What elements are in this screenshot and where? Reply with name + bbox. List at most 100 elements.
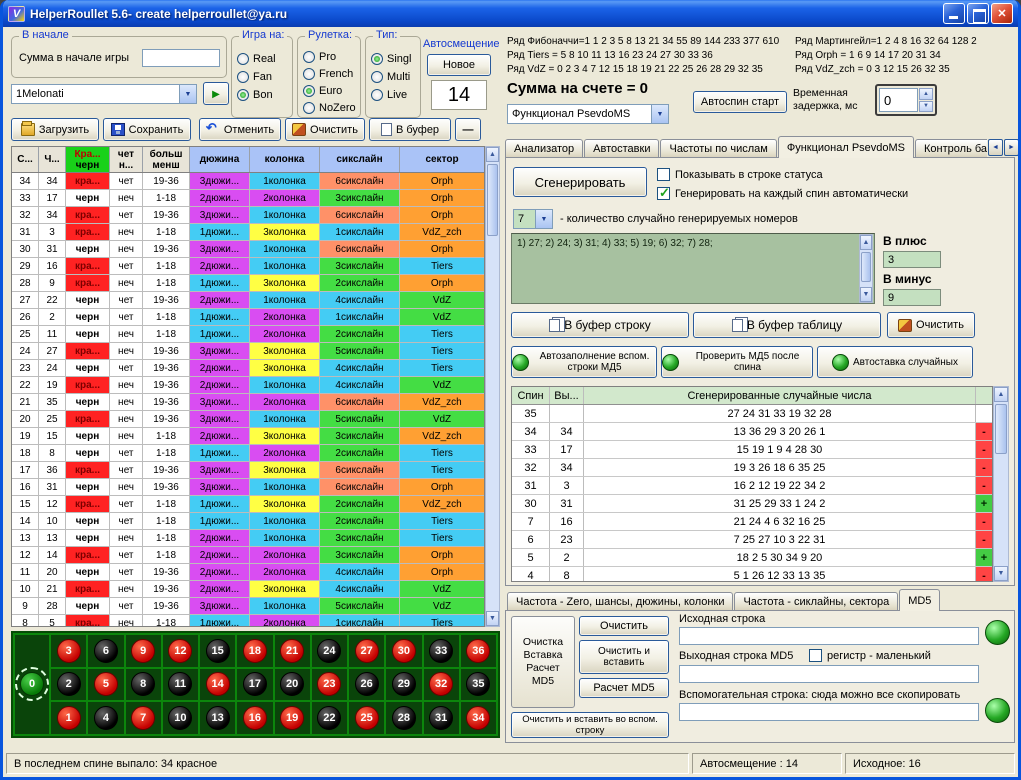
board-cell-33[interactable]: 33 (424, 635, 459, 667)
gen-row[interactable]: 331715 19 1 9 4 28 30- (512, 441, 992, 459)
scroll-thumb[interactable] (995, 404, 1007, 454)
history-row[interactable]: 928чернчет19-363дюжи...1колонка5сикслайн… (12, 598, 484, 615)
board-cell-27[interactable]: 27 (349, 635, 384, 667)
gen-row[interactable]: 303131 25 29 33 1 24 2+ (512, 495, 992, 513)
board-cell-15[interactable]: 15 (200, 635, 235, 667)
count-combobox[interactable]: 7 (513, 209, 553, 229)
history-row[interactable]: 1631черннеч19-363дюжи...1колонка6сикслай… (12, 479, 484, 496)
history-row[interactable]: 2324чернчет19-362дюжи...3колонка4сикслай… (12, 360, 484, 377)
board-cell-10[interactable]: 10 (163, 702, 198, 734)
history-row[interactable]: 2219кра...неч19-362дюжи...1колонка4сиксл… (12, 377, 484, 394)
board-cell-5[interactable]: 5 (88, 669, 123, 701)
gen-row[interactable]: 3527 24 31 33 19 32 28 (512, 405, 992, 423)
history-row[interactable]: 1021кра...неч19-362дюжи...3колонка4сиксл… (12, 581, 484, 598)
function-combobox[interactable]: Функционал PsevdoMS (507, 104, 669, 124)
copy-row-to-buffer-button[interactable]: В буфер строку (511, 312, 689, 338)
frequency-tab-2[interactable]: MD5 (899, 589, 940, 611)
start-sum-input[interactable] (142, 49, 220, 67)
board-cell-0[interactable]: 0 (15, 635, 49, 734)
tab-1[interactable]: Автоставки (584, 139, 659, 158)
autobet-random-button[interactable]: Автоставка случайных (817, 346, 973, 378)
board-cell-19[interactable]: 19 (275, 702, 310, 734)
checkbox-show-in-status[interactable]: Показывать в строке статуса (657, 168, 823, 181)
generated-table-scrollbar[interactable] (993, 386, 1009, 582)
md5-clear-paste-button[interactable]: Очистить и вставить (579, 640, 669, 674)
gen-row[interactable]: 323419 3 26 18 6 35 25- (512, 459, 992, 477)
copy-table-to-buffer-button[interactable]: В буфер таблицу (693, 312, 881, 338)
gen-row[interactable]: 6237 25 27 10 3 22 31- (512, 531, 992, 549)
history-row[interactable]: 1214кра...чет1-182дюжи...2колонка3сиксла… (12, 547, 484, 564)
history-row[interactable]: 262чернчет1-181дюжи...2колонка1сикслайнV… (12, 309, 484, 326)
history-row[interactable]: 2722чернчет19-362дюжи...1колонка4сикслай… (12, 292, 484, 309)
history-row[interactable]: 2025кра...неч19-363дюжи...1колонка5сиксл… (12, 411, 484, 428)
maximize-button[interactable] (967, 3, 989, 24)
radio-option-pro[interactable]: Pro (303, 49, 355, 65)
scroll-thumb[interactable] (861, 252, 871, 282)
spin-up-button[interactable] (919, 88, 933, 100)
board-cell-22[interactable]: 22 (312, 702, 347, 734)
generated-numbers-textarea[interactable]: 1) 27; 2) 24; 3) 31; 4) 33; 5) 19; 6) 32… (511, 233, 875, 304)
radio-option-nozero[interactable]: NoZero (303, 100, 355, 116)
copy-to-buffer-button[interactable]: В буфер (369, 118, 451, 141)
md5-aux-input[interactable] (679, 703, 979, 721)
gen-row[interactable]: 5218 2 5 30 34 9 20+ (512, 549, 992, 567)
md5-calc-button[interactable]: Расчет MD5 (579, 678, 669, 698)
board-cell-23[interactable]: 23 (312, 669, 347, 701)
radio-option-singl[interactable]: Singl (371, 50, 415, 67)
undo-button[interactable]: Отменить (199, 118, 281, 141)
gen-row[interactable]: 31316 2 12 19 22 34 2- (512, 477, 992, 495)
board-cell-24[interactable]: 24 (312, 635, 347, 667)
spin-down-button[interactable] (919, 101, 933, 113)
tab-3[interactable]: Функционал PsevdoMS (778, 136, 914, 158)
board-cell-29[interactable]: 29 (386, 669, 421, 701)
md5-clear-button[interactable]: Очистить (579, 616, 669, 636)
radio-option-real[interactable]: Real (237, 50, 287, 67)
board-cell-26[interactable]: 26 (349, 669, 384, 701)
board-cell-18[interactable]: 18 (237, 635, 272, 667)
history-row[interactable]: 1915черннеч1-182дюжи...3колонка3сикслайн… (12, 428, 484, 445)
save-button[interactable]: Сохранить (103, 118, 191, 141)
title-bar[interactable]: HelperRoullet 5.6- create helperroullet@… (3, 0, 1018, 27)
minus-button[interactable]: — (455, 118, 481, 141)
scroll-up-button[interactable] (486, 147, 499, 162)
history-row[interactable]: 3234кра...чет19-363дюжи...1колонка6сиксл… (12, 207, 484, 224)
board-cell-12[interactable]: 12 (163, 635, 198, 667)
board-cell-13[interactable]: 13 (200, 702, 235, 734)
load-button[interactable]: Загрузить (11, 118, 99, 141)
history-row[interactable]: 3434кра...чет19-363дюжи...1колонка6сиксл… (12, 173, 484, 190)
clear-generated-button[interactable]: Очистить (887, 312, 975, 338)
scroll-down-button[interactable] (860, 287, 872, 302)
history-row[interactable]: 1410чернчет1-181дюжи...1колонка2сикслайн… (12, 513, 484, 530)
board-cell-34[interactable]: 34 (461, 702, 496, 734)
board-cell-1[interactable]: 1 (51, 702, 86, 734)
scroll-thumb[interactable] (487, 164, 498, 236)
radio-option-fan[interactable]: Fan (237, 68, 287, 85)
board-cell-6[interactable]: 6 (88, 635, 123, 667)
md5-source-input[interactable] (679, 627, 979, 645)
history-row[interactable]: 1313черннеч1-182дюжи...1колонка3сикслайн… (12, 530, 484, 547)
radio-option-bon[interactable]: Bon (237, 86, 287, 103)
clear-button[interactable]: Очистить (285, 118, 365, 141)
board-cell-35[interactable]: 35 (461, 669, 496, 701)
history-row[interactable]: 2135черннеч19-363дюжи...2колонка6сикслай… (12, 394, 484, 411)
board-cell-9[interactable]: 9 (126, 635, 161, 667)
board-cell-30[interactable]: 30 (386, 635, 421, 667)
chevron-down-icon[interactable] (651, 105, 668, 123)
history-row[interactable]: 2916кра...чет1-182дюжи...1колонка3сиксла… (12, 258, 484, 275)
tab-2[interactable]: Частоты по числам (660, 139, 776, 158)
board-cell-25[interactable]: 25 (349, 702, 384, 734)
minimize-button[interactable] (943, 3, 965, 24)
scroll-up-button[interactable] (860, 235, 872, 250)
md5-clear-paste-aux-button[interactable]: Очистить и вставить во вспом. строку (511, 712, 669, 738)
tab-scroll-left-button[interactable] (988, 139, 1003, 156)
radio-option-french[interactable]: French (303, 66, 355, 82)
autoshift-new-button[interactable]: Новое (427, 54, 491, 76)
history-row[interactable]: 85кра...неч1-181дюжи...2колонка1сикслайн… (12, 615, 484, 627)
board-cell-8[interactable]: 8 (126, 669, 161, 701)
checkbox-generate-each-spin[interactable]: Генерировать на каждый спин автоматическ… (657, 187, 908, 200)
scroll-up-button[interactable] (994, 387, 1008, 402)
md5-source-action-button[interactable] (985, 620, 1010, 645)
board-cell-14[interactable]: 14 (200, 669, 235, 701)
play-button[interactable] (203, 82, 229, 105)
board-cell-11[interactable]: 11 (163, 669, 198, 701)
